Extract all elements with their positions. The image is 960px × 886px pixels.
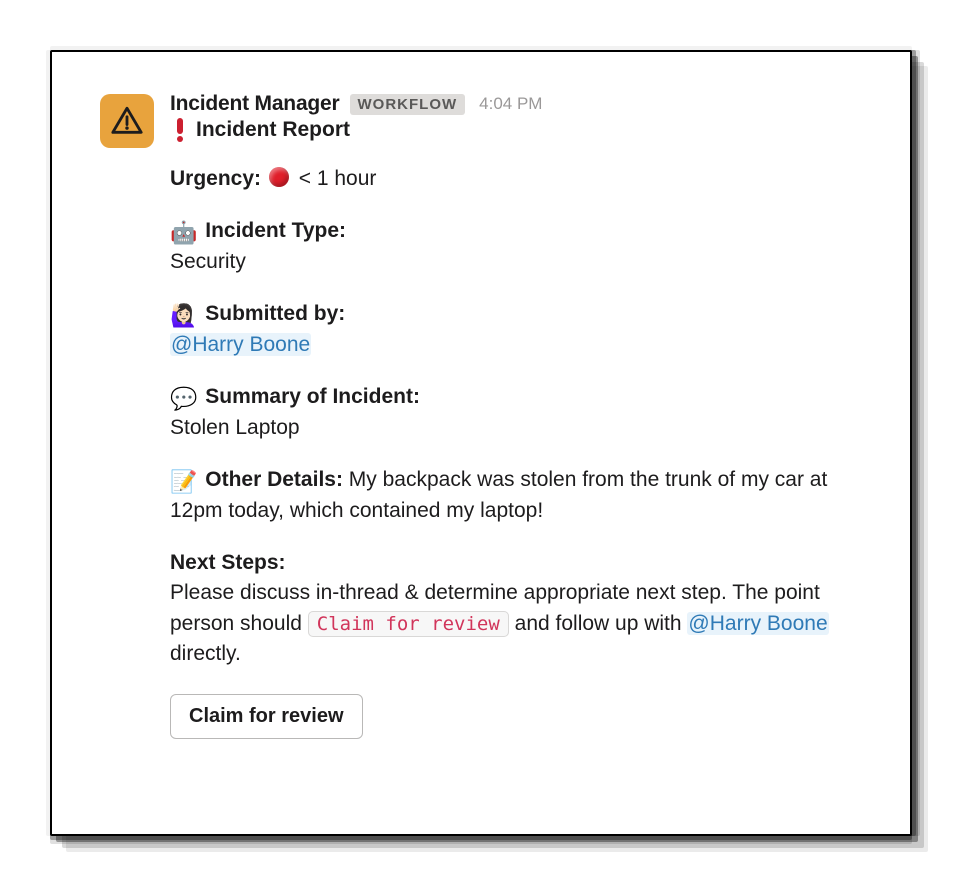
exclamation-icon [170,118,190,142]
message-timestamp[interactable]: 4:04 PM [479,94,542,114]
workflow-badge: WORKFLOW [350,94,466,115]
section-next-steps: Next Steps: Please discuss in-thread & d… [170,548,862,670]
sender-avatar [100,94,154,148]
robot-icon: 🤖 [170,222,197,244]
urgency-value: < 1 hour [299,167,377,190]
message-header: Incident Manager WORKFLOW 4:04 PM [170,92,862,116]
next-steps-text-2: and follow up with [515,612,688,635]
section-incident-type: 🤖 Incident Type: Security [170,216,862,277]
message-title: Incident Report [170,118,862,142]
claim-for-review-button[interactable]: Claim for review [170,694,363,739]
incident-type-label: Incident Type: [205,219,346,242]
red-circle-icon [269,167,289,187]
next-steps-body: Please discuss in-thread & determine app… [170,578,862,669]
raising-hand-icon: 🙋🏻‍♀️ [170,305,197,327]
section-summary: 💬 Summary of Incident: Stolen Laptop [170,382,862,443]
section-submitted-by: 🙋🏻‍♀️ Submitted by: @Harry Boone [170,299,862,360]
summary-label: Summary of Incident: [205,385,420,408]
section-other-details: 📝 Other Details: My backpack was stolen … [170,465,862,526]
claim-code-pill: Claim for review [308,611,509,637]
submitted-by-label: Submitted by: [205,302,345,325]
urgency-label: Urgency: [170,167,261,190]
warning-triangle-icon [110,104,144,138]
incident-type-value: Security [170,247,862,277]
speech-bubble-icon: 💬 [170,388,197,410]
next-steps-text-3: directly. [170,642,241,665]
submitter-mention[interactable]: @Harry Boone [170,333,311,356]
followup-mention[interactable]: @Harry Boone [687,612,828,635]
summary-value: Stolen Laptop [170,413,862,443]
next-steps-label: Next Steps: [170,548,862,578]
other-details-label: Other Details: [205,468,343,491]
sender-name[interactable]: Incident Manager [170,92,340,116]
memo-icon: 📝 [170,471,197,493]
section-urgency: Urgency: < 1 hour [170,164,862,194]
message-card: Incident Manager WORKFLOW 4:04 PM Incide… [50,50,912,836]
title-text: Incident Report [196,118,350,142]
